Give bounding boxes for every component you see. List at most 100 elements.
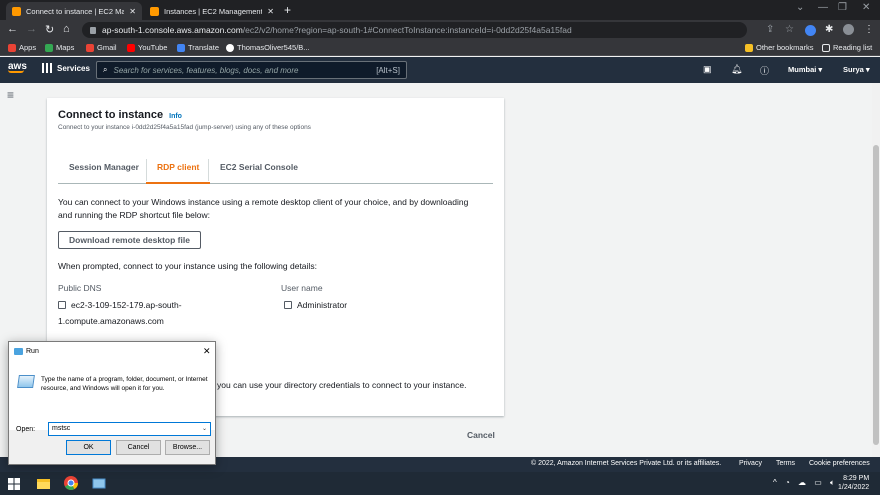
run-dialog: Run ✕ Type the name of a program, folder… xyxy=(8,341,216,465)
file-explorer-icon[interactable] xyxy=(37,478,50,489)
aws-search-input[interactable]: ⌕ Search for services, features, blogs, … xyxy=(96,61,407,79)
run-icon xyxy=(14,348,23,355)
connect-method-tabs: Session Manager RDP client EC2 Serial Co… xyxy=(58,156,493,184)
ok-button[interactable]: OK xyxy=(66,440,111,455)
windows-start-icon[interactable] xyxy=(8,478,20,490)
privacy-link[interactable]: Privacy xyxy=(739,460,762,467)
chrome-icon[interactable] xyxy=(64,476,78,490)
back-icon[interactable]: ← xyxy=(7,23,18,35)
browser-tab-strip: Connect to instance | EC2 Manag ✕ Instan… xyxy=(0,0,880,20)
run-cancel-button[interactable]: Cancel xyxy=(116,440,161,455)
rdp-intro-text: You can connect to your Windows instance… xyxy=(58,197,469,220)
folder-icon xyxy=(745,43,753,52)
run-dialog-titlebar[interactable]: Run ✕ xyxy=(9,342,215,362)
connection-details-prompt: When prompted, connect to your instance … xyxy=(58,261,317,271)
github-icon xyxy=(226,43,234,52)
tab-label: Connect to instance | EC2 Manag xyxy=(26,6,125,16)
page-subtitle: Connect to your instance i-0dd2d25f4a5a1… xyxy=(58,124,311,131)
tab-session-manager[interactable]: Session Manager xyxy=(69,162,139,172)
extension-icon[interactable] xyxy=(805,25,816,36)
bookmark-translate[interactable]: Translate xyxy=(177,43,219,52)
account-menu[interactable]: Surya ▾ xyxy=(843,65,870,74)
copyright-text: © 2022, Amazon Internet Services Private… xyxy=(531,460,722,467)
cookie-preferences-link[interactable]: Cookie preferences xyxy=(809,460,870,467)
services-menu[interactable]: Services xyxy=(42,63,90,73)
tab-close-icon[interactable]: ✕ xyxy=(129,7,136,16)
youtube-icon xyxy=(127,43,135,52)
profile-avatar[interactable] xyxy=(843,24,854,35)
taskbar-clock[interactable]: 8:29 PM 1/24/2022 xyxy=(838,474,869,492)
url-host: ap-south-1.console.aws.amazon.com xyxy=(102,25,243,35)
minimize-icon[interactable]: — xyxy=(818,2,828,13)
tab-ec2-serial-console[interactable]: EC2 Serial Console xyxy=(220,162,298,172)
run-dialog-body: Type the name of a program, folder, docu… xyxy=(9,362,215,436)
bookmark-apps[interactable]: Apps xyxy=(8,43,36,52)
share-icon[interactable]: ⇪ xyxy=(766,24,774,35)
username-label: User name xyxy=(281,283,323,293)
other-bookmarks[interactable]: Other bookmarks xyxy=(745,43,814,52)
aws-logo[interactable]: aws xyxy=(8,61,27,73)
cloudshell-icon[interactable]: ▣ xyxy=(703,64,712,75)
cancel-button[interactable]: Cancel xyxy=(467,430,495,440)
run-description: Type the name of a program, folder, docu… xyxy=(41,376,208,392)
maps-icon xyxy=(45,43,53,52)
reading-list-icon xyxy=(822,43,830,52)
terms-link[interactable]: Terms xyxy=(776,460,795,467)
gmail-icon xyxy=(86,43,94,52)
aws-top-nav: aws Services ⌕ Search for services, feat… xyxy=(0,57,880,83)
public-dns-value: ec2-3-109-152-179.ap-south-1.compute.ama… xyxy=(58,300,182,326)
close-icon[interactable]: ✕ xyxy=(203,346,211,357)
directory-credentials-note: you can use your directory credentials t… xyxy=(217,380,467,390)
url-path: /ec2/v2/home?region=ap-south-1#ConnectTo… xyxy=(242,25,572,35)
maximize-icon[interactable]: ❐ xyxy=(838,2,847,13)
bookmark-gmail[interactable]: Gmail xyxy=(86,43,117,52)
address-bar[interactable]: ap-south-1.console.aws.amazon.com/ec2/v2… xyxy=(82,22,747,38)
windows-taskbar xyxy=(0,472,880,495)
system-tray-icons[interactable]: ^ ◔ ☁ ▭ 🔈︎ xyxy=(773,478,838,488)
hamburger-menu-icon[interactable]: ≡ xyxy=(7,88,14,102)
run-dialog-title: Run xyxy=(26,348,39,355)
notifications-bell-icon[interactable]: 🔔︎ xyxy=(731,64,742,75)
tab-label: Instances | EC2 Management Co xyxy=(164,6,263,16)
copy-icon[interactable] xyxy=(284,301,292,309)
download-rdp-file-button[interactable]: Download remote desktop file xyxy=(58,231,201,249)
browse-button[interactable]: Browse... xyxy=(165,440,210,455)
reading-list[interactable]: Reading list xyxy=(822,43,872,52)
grid-icon xyxy=(42,63,52,73)
region-selector[interactable]: Mumbai ▾ xyxy=(788,65,822,74)
tab-rdp-client[interactable]: RDP client xyxy=(145,162,211,184)
help-icon[interactable]: ⓘ xyxy=(760,64,769,77)
open-label: Open: xyxy=(16,426,36,433)
info-link[interactable]: Info xyxy=(169,113,182,120)
extensions-puzzle-icon[interactable]: ✱ xyxy=(825,24,833,35)
open-input[interactable]: mstsc ⌄ xyxy=(48,422,211,436)
tab-search-icon[interactable]: ⌄ xyxy=(796,2,804,13)
bookmark-youtube[interactable]: YouTube xyxy=(127,43,167,52)
new-tab-button[interactable]: + xyxy=(284,3,291,17)
username-value: Administrator xyxy=(284,297,347,313)
bookmarks-bar: Apps Maps Gmail YouTube Translate Thomas… xyxy=(0,40,880,56)
run-program-icon xyxy=(17,375,35,388)
home-icon[interactable]: ⌂ xyxy=(63,23,70,35)
reload-icon[interactable]: ↻ xyxy=(45,23,54,36)
forward-icon[interactable]: → xyxy=(26,23,37,35)
run-dialog-taskbar-icon[interactable] xyxy=(92,478,106,489)
tab-close-icon[interactable]: ✕ xyxy=(267,7,274,16)
aws-favicon-icon xyxy=(150,6,159,16)
bookmark-github[interactable]: ThomasOliver545/B... xyxy=(226,43,310,52)
copy-icon[interactable] xyxy=(58,301,66,309)
browser-tab[interactable]: Instances | EC2 Management Co ✕ xyxy=(144,2,280,20)
browser-toolbar: ← → ↻ ⌂ ap-south-1.console.aws.amazon.co… xyxy=(0,20,880,40)
page-title: Connect to instance xyxy=(58,109,164,121)
close-window-icon[interactable]: ✕ xyxy=(862,2,870,13)
bookmark-star-icon[interactable]: ☆ xyxy=(785,24,794,35)
chevron-down-icon[interactable]: ⌄ xyxy=(202,423,207,435)
aws-favicon-icon xyxy=(12,6,21,16)
browser-menu-icon[interactable]: ⋮ xyxy=(864,24,874,35)
apps-grid-icon xyxy=(8,43,16,52)
translate-icon xyxy=(177,43,185,52)
scrollbar-thumb[interactable] xyxy=(873,145,879,445)
browser-tab-active[interactable]: Connect to instance | EC2 Manag ✕ xyxy=(6,2,142,20)
search-icon: ⌕ xyxy=(103,65,108,74)
bookmark-maps[interactable]: Maps xyxy=(45,43,74,52)
